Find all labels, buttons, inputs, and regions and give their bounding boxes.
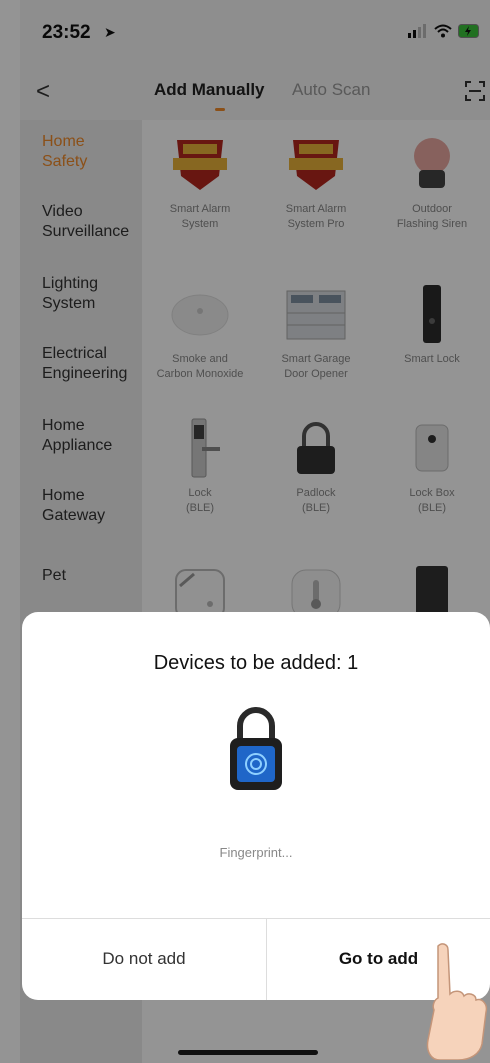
do-not-add-button[interactable]: Do not add	[22, 918, 266, 1000]
pointing-hand-icon	[426, 943, 488, 1060]
device-name: Fingerprint...	[219, 845, 293, 860]
home-indicator	[178, 1050, 318, 1055]
fingerprint-padlock-icon	[230, 707, 282, 790]
screen: 23:52 ➤ < Add Manually Auto Scan Home Sa…	[0, 0, 490, 1063]
dialog-title: Devices to be added: 1	[153, 652, 359, 674]
